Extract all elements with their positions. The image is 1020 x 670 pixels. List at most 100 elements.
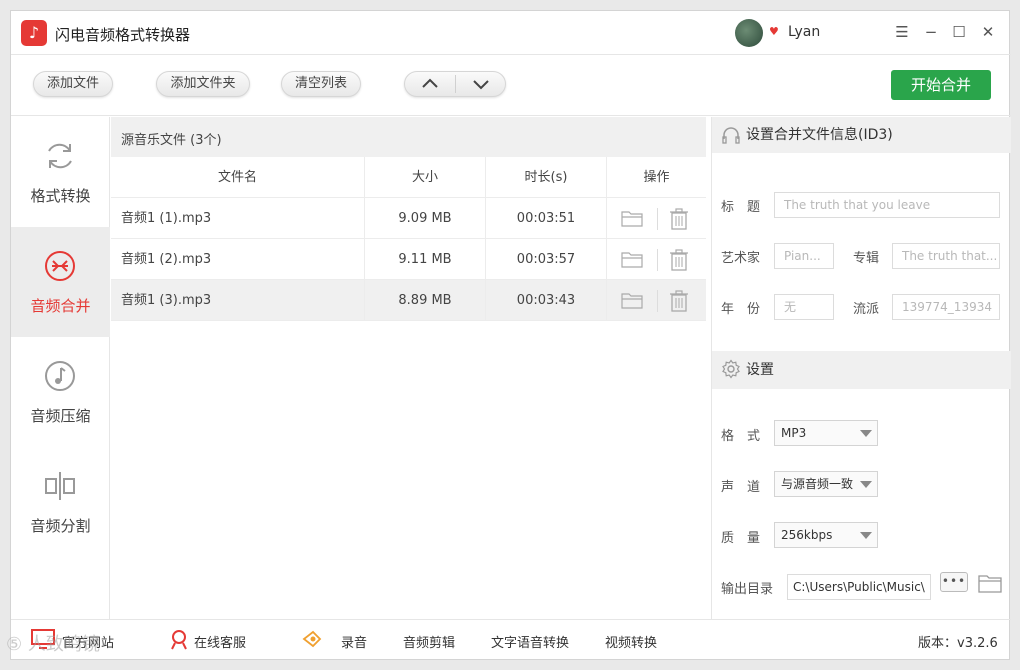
column-header-size: 大小 <box>365 157 486 198</box>
file-name: 音频1 (1).mp3 <box>111 198 365 239</box>
row-actions <box>607 239 706 280</box>
sidebar-item-format-convert[interactable]: 格式转换 <box>11 117 110 227</box>
table-header-row: 文件名 大小 时长(s) 操作 <box>111 157 706 198</box>
refresh-icon <box>48 143 72 169</box>
title-label: 标 题 <box>721 200 761 215</box>
file-size: 9.11 MB <box>365 239 486 280</box>
browse-button[interactable]: ••• <box>940 572 968 592</box>
year-label: 年 份 <box>721 302 761 317</box>
user-name[interactable]: Lyan <box>788 24 820 40</box>
chevron-down-icon <box>860 481 872 488</box>
delete-icon[interactable] <box>669 290 689 312</box>
output-dir-field[interactable]: C:\Users\Public\Music\ <box>787 574 931 600</box>
file-duration: 00:03:43 <box>486 280 607 321</box>
app-logo-icon: ♪ <box>21 20 47 46</box>
move-up-button[interactable] <box>405 72 455 96</box>
file-duration: 00:03:51 <box>486 198 607 239</box>
sidebar: 格式转换 音频合并 音频压缩 音频分割 <box>11 117 110 619</box>
sidebar-item-label: 音频分割 <box>30 517 91 535</box>
delete-icon[interactable] <box>669 249 689 271</box>
chevron-down-icon <box>860 532 872 539</box>
file-size: 8.89 MB <box>365 280 486 321</box>
artist-label: 艺术家 <box>721 251 761 266</box>
album-field[interactable]: The truth that... <box>892 243 1000 269</box>
gear-icon <box>722 359 740 379</box>
music-note-icon <box>45 361 75 391</box>
channel-label: 声 道 <box>721 480 761 495</box>
title-bar: ♪ 闪电音频格式转换器 ♥ Lyan ☰ − ☐ ✕ <box>11 11 1011 55</box>
menu-icon[interactable]: ☰ <box>891 21 913 43</box>
sidebar-item-audio-compress[interactable]: 音频压缩 <box>11 337 110 447</box>
close-button[interactable]: ✕ <box>977 21 999 43</box>
open-folder-icon[interactable] <box>621 251 643 268</box>
user-avatar[interactable] <box>735 19 763 47</box>
record-link[interactable]: 录音 <box>341 632 367 651</box>
divider <box>657 290 658 312</box>
album-label: 专辑 <box>853 251 880 266</box>
open-folder-icon[interactable] <box>621 210 643 227</box>
split-icon <box>45 472 75 500</box>
file-list-header: 源音乐文件 (3个) <box>111 117 706 157</box>
year-field[interactable]: 无 <box>774 294 834 320</box>
column-header-name: 文件名 <box>111 157 365 198</box>
vip-diamond-icon: ♥ <box>769 25 779 38</box>
sidebar-item-audio-merge[interactable]: 音频合并 <box>11 227 110 337</box>
sidebar-item-label: 音频压缩 <box>30 407 91 425</box>
bottom-bar: 官方网站 在线客服 录音 音频剪辑 文字语音转换 视频转换 版本：v3.2.6 <box>11 619 1011 661</box>
move-down-button[interactable] <box>456 72 506 96</box>
version-label: 版本：v3.2.6 <box>918 636 998 651</box>
clear-list-button[interactable]: 清空列表 <box>281 71 361 97</box>
column-header-duration: 时长(s) <box>486 157 607 198</box>
genre-field[interactable]: 139774_13934 <box>892 294 1000 320</box>
genre-label: 流派 <box>853 302 880 317</box>
add-folder-button[interactable]: 添加文件夹 <box>156 71 250 97</box>
quality-select[interactable]: 256kbps <box>774 522 878 548</box>
online-service-link[interactable]: 在线客服 <box>194 632 246 651</box>
app-title: 闪电音频格式转换器 <box>55 26 191 44</box>
app-window: ♪ 闪电音频格式转换器 ♥ Lyan ☰ − ☐ ✕ 添加文件 添加文件夹 清空… <box>10 10 1011 661</box>
quality-select-value: 256kbps <box>781 528 833 542</box>
customer-service-icon <box>171 630 187 650</box>
chevron-up-icon <box>422 78 438 88</box>
id3-section-header: 设置合并文件信息(ID3) <box>712 117 1011 153</box>
file-name: 音频1 (3).mp3 <box>111 280 365 321</box>
format-select[interactable]: MP3 <box>774 420 878 446</box>
settings-section-title: 设置 <box>746 362 774 378</box>
audio-edit-link[interactable]: 音频剪辑 <box>403 632 455 651</box>
table-row-selected[interactable]: 音频1 (3).mp3 8.89 MB 00:03:43 <box>111 280 706 321</box>
file-duration: 00:03:57 <box>486 239 607 280</box>
format-select-value: MP3 <box>781 426 807 440</box>
text-to-speech-link[interactable]: 文字语音转换 <box>491 632 569 651</box>
chevron-down-icon <box>473 80 489 90</box>
open-folder-icon[interactable] <box>621 292 643 309</box>
sidebar-item-audio-split[interactable]: 音频分割 <box>11 447 110 557</box>
merge-icon <box>45 251 75 281</box>
file-name: 音频1 (2).mp3 <box>111 239 365 280</box>
settings-panel: 设置合并文件信息(ID3) 标 题 The truth that you lea… <box>711 117 1011 619</box>
file-size: 9.09 MB <box>365 198 486 239</box>
quality-label: 质 量 <box>721 531 761 546</box>
channel-select[interactable]: 与源音频一致 <box>774 471 878 497</box>
channel-select-value: 与源音频一致 <box>781 477 854 491</box>
video-convert-link[interactable]: 视频转换 <box>605 632 657 651</box>
chevron-down-icon <box>860 430 872 437</box>
watermark: ⑤ 人致鸣镜 <box>6 634 100 655</box>
column-header-actions: 操作 <box>643 170 670 185</box>
row-actions <box>607 198 706 239</box>
move-buttons <box>404 71 506 97</box>
maximize-button[interactable]: ☐ <box>948 21 970 43</box>
open-folder-icon[interactable] <box>978 574 1002 593</box>
toolbar: 添加文件 添加文件夹 清空列表 开始合并 <box>11 56 1011 116</box>
table-row[interactable]: 音频1 (2).mp3 9.11 MB 00:03:57 <box>111 239 706 280</box>
output-dir-label: 输出目录 <box>721 582 774 597</box>
settings-section-header: 设置 <box>712 351 1011 389</box>
artist-field[interactable]: Pian... <box>774 243 834 269</box>
headphones-icon <box>722 127 740 144</box>
minimize-button[interactable]: − <box>920 21 942 43</box>
title-field[interactable]: The truth that you leave <box>774 192 1000 218</box>
table-row[interactable]: 音频1 (1).mp3 9.09 MB 00:03:51 <box>111 198 706 239</box>
start-merge-button[interactable]: 开始合并 <box>891 70 991 100</box>
divider <box>657 208 658 230</box>
add-file-button[interactable]: 添加文件 <box>33 71 113 97</box>
delete-icon[interactable] <box>669 208 689 230</box>
